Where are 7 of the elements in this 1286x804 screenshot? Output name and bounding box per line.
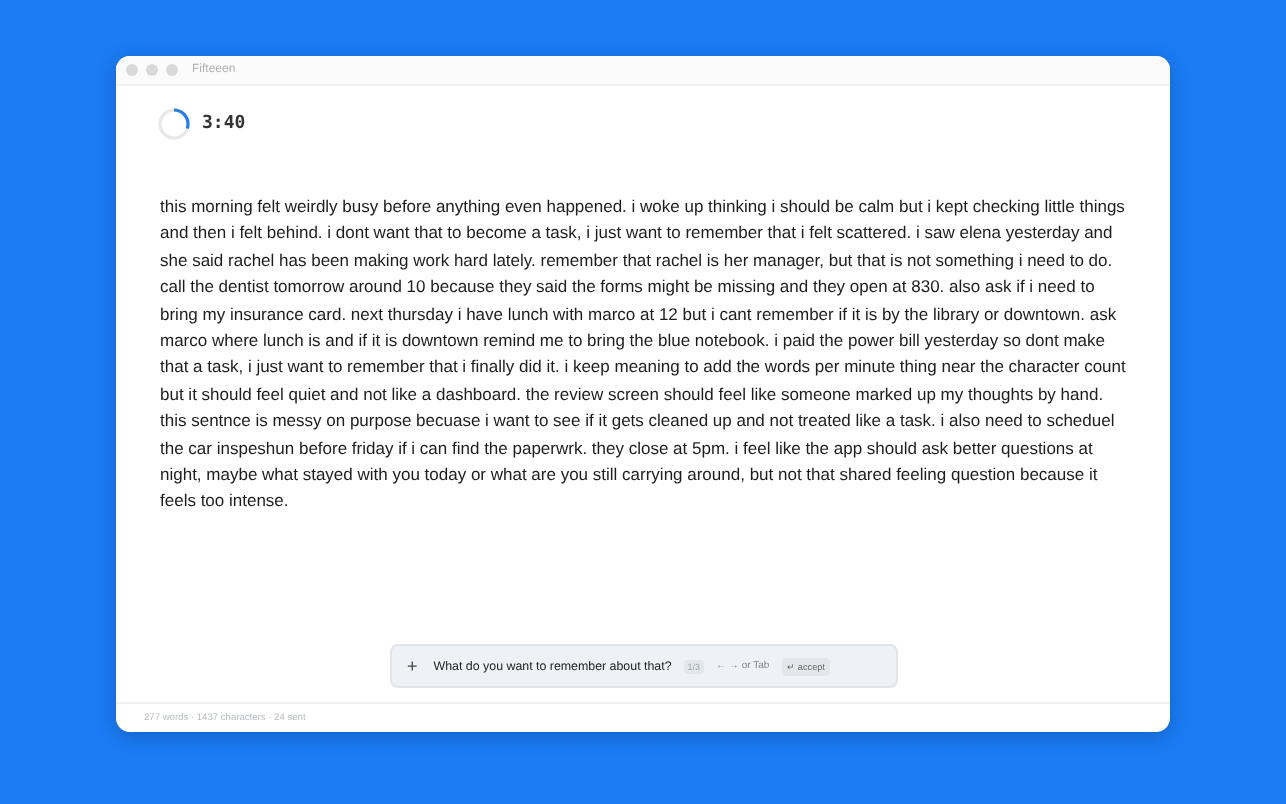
add-button[interactable]: + — [407, 656, 418, 676]
zoom-button[interactable] — [166, 64, 178, 76]
journal-entry: this morning felt weirdly busy before anything even happened. i woke up thinking i should be calm but i kept checking little things and then i felt behind. i dont want that to become a task, i just want to remember that i felt scattered. i saw elena yesterday and she said rachel has been making work hard lately. remember that rachel is her manager, but that is not something i need to do. call the dentist tomorrow around 10 because they said the forms might be missing and they open at 830. also ask if i need to bring my insurance card. next thursday i have lunch with marco at 12 but i cant remember if it is by the library or downtown. ask marco where lunch is and if it is downtown remind me to bring the blue notebook. i paid the power bill yesterday so dont make that a task, i just want to remember that i finally did it. i keep meaning to add the words per minute thing near the character count but it should feel quiet and not like a dashboard. the review screen should feel like someone marked up my thoughts by hand. this sentnce is messy on purpose becuase i want to see if it gets cleaned up and not treated like a task. i also need to scheduel the car inspeshun before friday if i can find the paperwrk. they close at 5pm. i feel like the app should ask better questions at night, maybe what stayed with you today or what are you still carrying around, but not that shared feeling question because it feels too intense. — [160, 194, 1128, 515]
timer-ring-icon — [156, 106, 192, 142]
close-button[interactable] — [126, 64, 138, 76]
timer-time: 3:40 — [202, 114, 246, 134]
minimize-button[interactable] — [146, 64, 158, 76]
